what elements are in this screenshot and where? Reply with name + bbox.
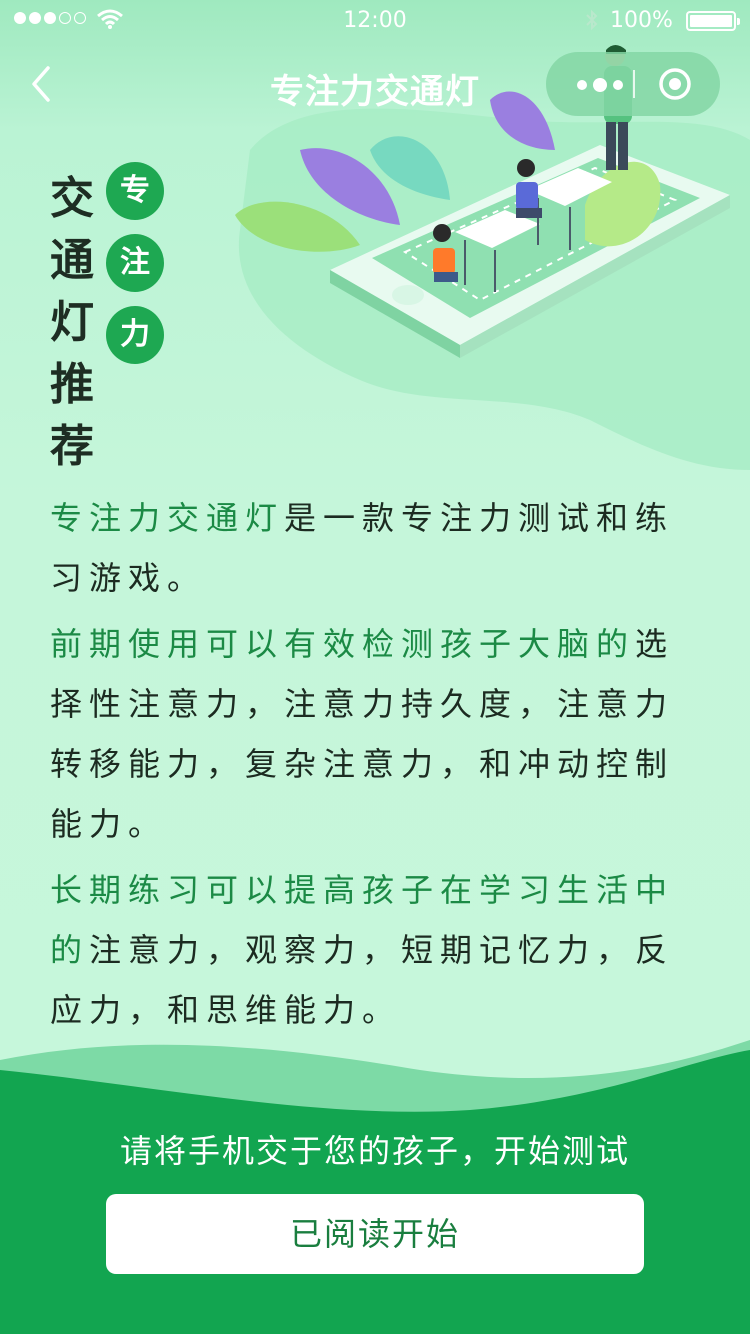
hero-title-char: 推 (50, 359, 94, 410)
description-paragraph: 专注力交通灯是一款专注力测试和练习游戏。 (50, 488, 710, 608)
hero-badge: 专 (106, 162, 164, 220)
hero-badges: 专 注 力 (106, 162, 164, 378)
hero-vertical-title: 交 通 灯 推 荐 (50, 168, 102, 478)
paragraph-lead: 专注力交通灯 (50, 499, 285, 537)
description: 专注力交通灯是一款专注力测试和练习游戏。 前期使用可以有效检测孩子大脑的选择性注… (50, 488, 710, 1046)
bluetooth-icon (586, 9, 598, 31)
start-button[interactable]: 已阅读开始 (106, 1194, 644, 1274)
status-bar: 12:00 100% (0, 0, 750, 40)
footer-background (0, 1040, 750, 1334)
hero-title-char: 荐 (50, 421, 94, 472)
battery-percentage: 100% (610, 8, 673, 33)
start-prompt: 请将手机交于您的孩子，开始测试 (119, 1132, 630, 1170)
hero-title-char: 灯 (50, 297, 94, 348)
description-paragraph: 长期练习可以提高孩子在学习生活中的注意力，观察力，短期记忆力，反应力，和思维能力… (50, 860, 710, 1040)
hero-badge: 力 (106, 306, 164, 364)
hero-title-char: 交 (50, 173, 94, 224)
hero-badge: 注 (106, 234, 164, 292)
capsule-divider (633, 70, 635, 98)
navigation-bar: 专注力交通灯 (0, 40, 750, 128)
miniprogram-capsule (546, 52, 720, 116)
page: 12:00 100% 专注力交通灯 交 通 灯 推 荐 专 注 力 专注力交通灯… (0, 0, 750, 1334)
more-dots-icon[interactable] (572, 74, 634, 96)
paragraph-text: 注意力，观察力，短期记忆力，反应力，和思维能力。 (50, 931, 675, 1029)
hero-title-char: 通 (50, 235, 94, 286)
target-close-icon[interactable] (657, 66, 693, 102)
battery-icon (686, 11, 740, 31)
paragraph-lead: 前期使用可以有效检测孩子大脑的 (50, 625, 636, 663)
description-paragraph: 前期使用可以有效检测孩子大脑的选择性注意力，注意力持久度，注意力转移能力，复杂注… (50, 614, 710, 854)
